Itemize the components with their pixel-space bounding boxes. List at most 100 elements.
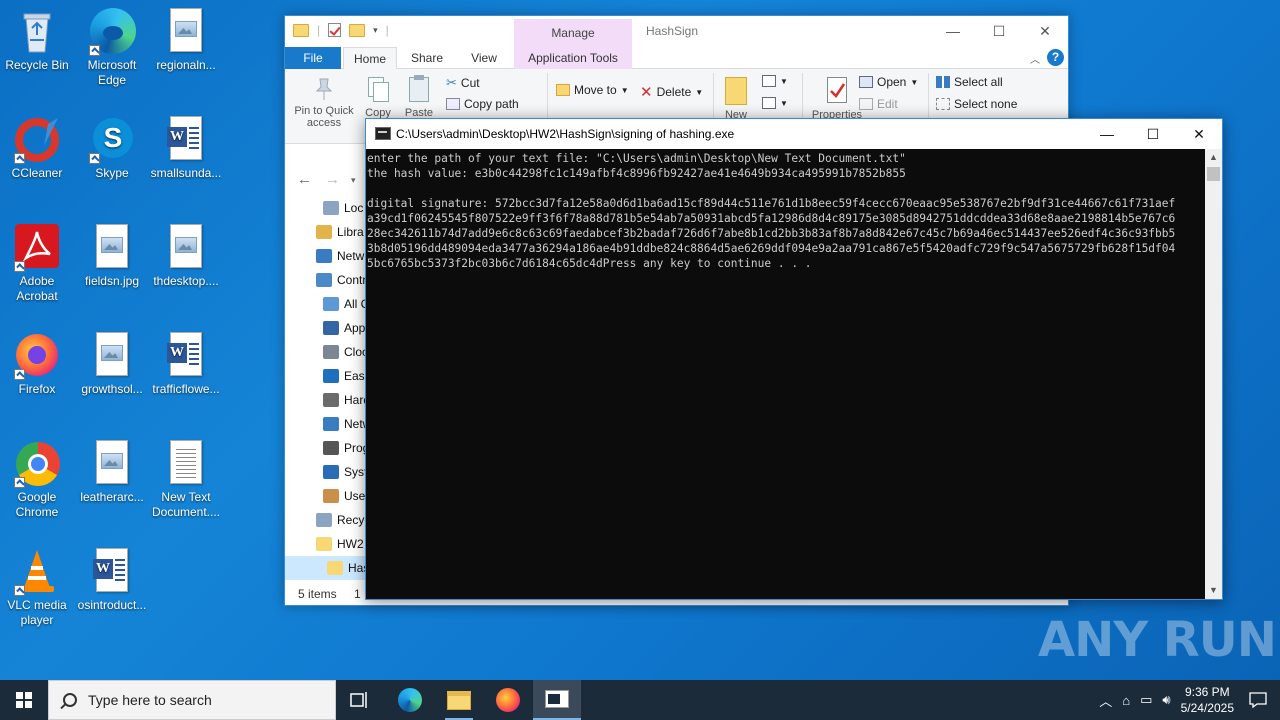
desktop-icon-trafficflowe[interactable]: W trafficflowe... <box>149 332 223 397</box>
maximize-button[interactable]: ☐ <box>1130 119 1176 149</box>
recent-locations-icon[interactable]: ▾ <box>351 175 356 186</box>
nav-tree-item[interactable]: Contr <box>285 268 367 292</box>
desktop-icon-fieldsn[interactable]: fieldsn.jpg <box>75 224 149 289</box>
tab-home[interactable]: Home <box>343 47 397 70</box>
nav-tree-item[interactable]: All C <box>285 292 367 316</box>
task-view-button[interactable] <box>336 680 384 720</box>
move-to-button[interactable]: Move to ▼ <box>556 83 629 97</box>
easy-access-button[interactable]: ▼ <box>762 97 788 109</box>
network-icon[interactable]: ⌂ <box>1122 693 1130 708</box>
cut-button[interactable]: ✂ Cut <box>446 75 480 91</box>
nav-tree-item[interactable]: User <box>285 484 367 508</box>
desktop-icon-regionaln[interactable]: regionaln... <box>149 8 223 73</box>
desktop-icon-firefox[interactable]: Firefox <box>0 332 74 397</box>
volume-icon[interactable]: 🔊︎ <box>1162 692 1170 708</box>
nav-tree-item[interactable]: Prog <box>285 436 367 460</box>
new-folder-icon[interactable] <box>349 23 366 37</box>
tab-view[interactable]: View <box>463 47 505 69</box>
delete-button[interactable]: ✕ Delete ▼ <box>640 83 703 101</box>
scroll-thumb[interactable] <box>1207 167 1220 181</box>
desktop-icon-new-text-document[interactable]: New Text Document.... <box>149 440 223 520</box>
nav-item-icon <box>316 225 332 239</box>
help-icon[interactable]: ? <box>1047 49 1064 66</box>
desktop-icon-leatherarc[interactable]: leatherarc... <box>75 440 149 505</box>
clock-time: 9:36 PM <box>1184 685 1230 699</box>
desktop-icon-adobe-acrobat[interactable]: Adobe Acrobat <box>0 224 74 304</box>
clock[interactable]: 9:36 PM 5/24/2025 <box>1181 684 1234 716</box>
copy-path-button[interactable]: Copy path <box>446 97 519 111</box>
select-none-button[interactable]: Select none <box>936 97 1017 111</box>
nav-tree-item[interactable]: Netw <box>285 244 367 268</box>
nav-item-icon <box>316 513 332 527</box>
nav-tree-item[interactable]: Appe <box>285 316 367 340</box>
new-folder-button[interactable]: New <box>721 75 751 121</box>
nav-tree-item[interactable]: Hash <box>285 556 367 580</box>
nav-tree-item[interactable]: Syst <box>285 460 367 484</box>
nav-tree-item[interactable]: Recyc <box>285 508 367 532</box>
taskbar-console[interactable] <box>533 680 581 720</box>
tab-share[interactable]: Share <box>405 47 449 69</box>
desktop-icon-skype[interactable]: S Skype <box>75 116 149 181</box>
explorer-titlebar[interactable]: | ▾ | Manage HashSign — ☐ ✕ <box>285 16 1068 47</box>
navigation-pane: Loc Libra Netw Contr All C Appe Clocl Ease Hard N… <box>285 196 367 580</box>
taskbar-search-box[interactable]: Type here to search <box>48 680 336 720</box>
console-output[interactable]: enter the path of your text file: "C:\Us… <box>366 149 1206 599</box>
properties-icon[interactable] <box>328 23 342 37</box>
back-arrow-icon[interactable]: ← <box>297 171 312 188</box>
taskbar-edge[interactable] <box>386 680 434 720</box>
nav-tree-item[interactable]: Loc <box>285 196 367 220</box>
nav-tree-item[interactable]: Ease <box>285 364 367 388</box>
image-file-icon <box>89 440 135 488</box>
desktop-icon-label: osintroduct... <box>77 598 147 612</box>
close-button[interactable]: ✕ <box>1022 16 1068 46</box>
console-titlebar[interactable]: C:\Users\admin\Desktop\HW2\HashSign\sign… <box>366 119 1222 149</box>
desktop-icon-osintroduct[interactable]: W osintroduct... <box>75 548 149 613</box>
paste-button[interactable]: Paste <box>403 75 435 119</box>
forward-arrow-icon[interactable]: → <box>325 171 340 188</box>
minimize-button[interactable]: — <box>1084 119 1130 149</box>
taskbar-firefox[interactable] <box>484 680 532 720</box>
nav-item-label: All C <box>344 297 367 311</box>
open-button[interactable]: Open ▼ <box>859 75 918 89</box>
close-button[interactable]: ✕ <box>1176 119 1222 149</box>
image-file-icon <box>89 332 135 380</box>
select-all-button[interactable]: Select all <box>936 75 1003 89</box>
collapse-ribbon-icon[interactable]: ︿ <box>1030 51 1040 66</box>
maximize-button[interactable]: ☐ <box>976 16 1022 46</box>
start-button[interactable] <box>0 680 48 720</box>
display-icon[interactable]: ▭ <box>1140 692 1152 708</box>
desktop-icon-microsoft-edge[interactable]: Microsoft Edge <box>75 8 149 88</box>
desktop-icon-google-chrome[interactable]: Google Chrome <box>0 440 74 520</box>
pin-to-quick-access-button[interactable]: Pin to Quick access <box>291 75 357 129</box>
nav-item-label: Syst <box>344 465 367 479</box>
desktop-icon-thdesktop[interactable]: thdesktop.... <box>149 224 223 289</box>
tab-file[interactable]: File <box>285 47 341 69</box>
copy-button[interactable]: Copy <box>363 75 393 119</box>
nav-tree-item[interactable]: HW2 <box>285 532 367 556</box>
console-app-icon <box>545 690 569 708</box>
dropdown-arrow-icon: ▼ <box>695 87 704 97</box>
scroll-up-icon[interactable]: ▲ <box>1205 149 1222 166</box>
desktop-icon-smallsunda[interactable]: W smallsunda... <box>149 116 223 181</box>
minimize-button[interactable]: — <box>930 16 976 46</box>
text-file-icon <box>163 440 209 488</box>
nav-tree-item[interactable]: Netw <box>285 412 367 436</box>
desktop-icon-ccleaner[interactable]: CCleaner <box>0 116 74 181</box>
console-window[interactable]: C:\Users\admin\Desktop\HW2\HashSign\sign… <box>365 118 1223 600</box>
desktop-icon-vlc[interactable]: VLC media player <box>0 548 74 628</box>
nav-tree-item[interactable]: Clocl <box>285 340 367 364</box>
properties-button[interactable]: Properties <box>809 75 865 121</box>
tab-application-tools[interactable]: Application Tools <box>514 47 632 69</box>
show-hidden-icons-icon[interactable]: ︿ <box>1099 691 1112 710</box>
nav-tree-item[interactable]: Hard <box>285 388 367 412</box>
nav-tree-item[interactable]: Libra <box>285 220 367 244</box>
notifications-button[interactable] <box>1236 680 1280 720</box>
new-item-button[interactable]: ▼ <box>762 75 788 87</box>
desktop-icon-recycle-bin[interactable]: Recycle Bin <box>0 8 74 73</box>
desktop-icon-growthsol[interactable]: growthsol... <box>75 332 149 397</box>
customize-toolbar-icon[interactable]: ▾ <box>373 25 378 36</box>
scroll-down-icon[interactable]: ▼ <box>1205 582 1222 599</box>
edit-button[interactable]: Edit <box>859 97 898 111</box>
taskbar-file-explorer[interactable] <box>435 680 483 720</box>
console-scrollbar[interactable]: ▲ ▼ <box>1205 149 1222 599</box>
